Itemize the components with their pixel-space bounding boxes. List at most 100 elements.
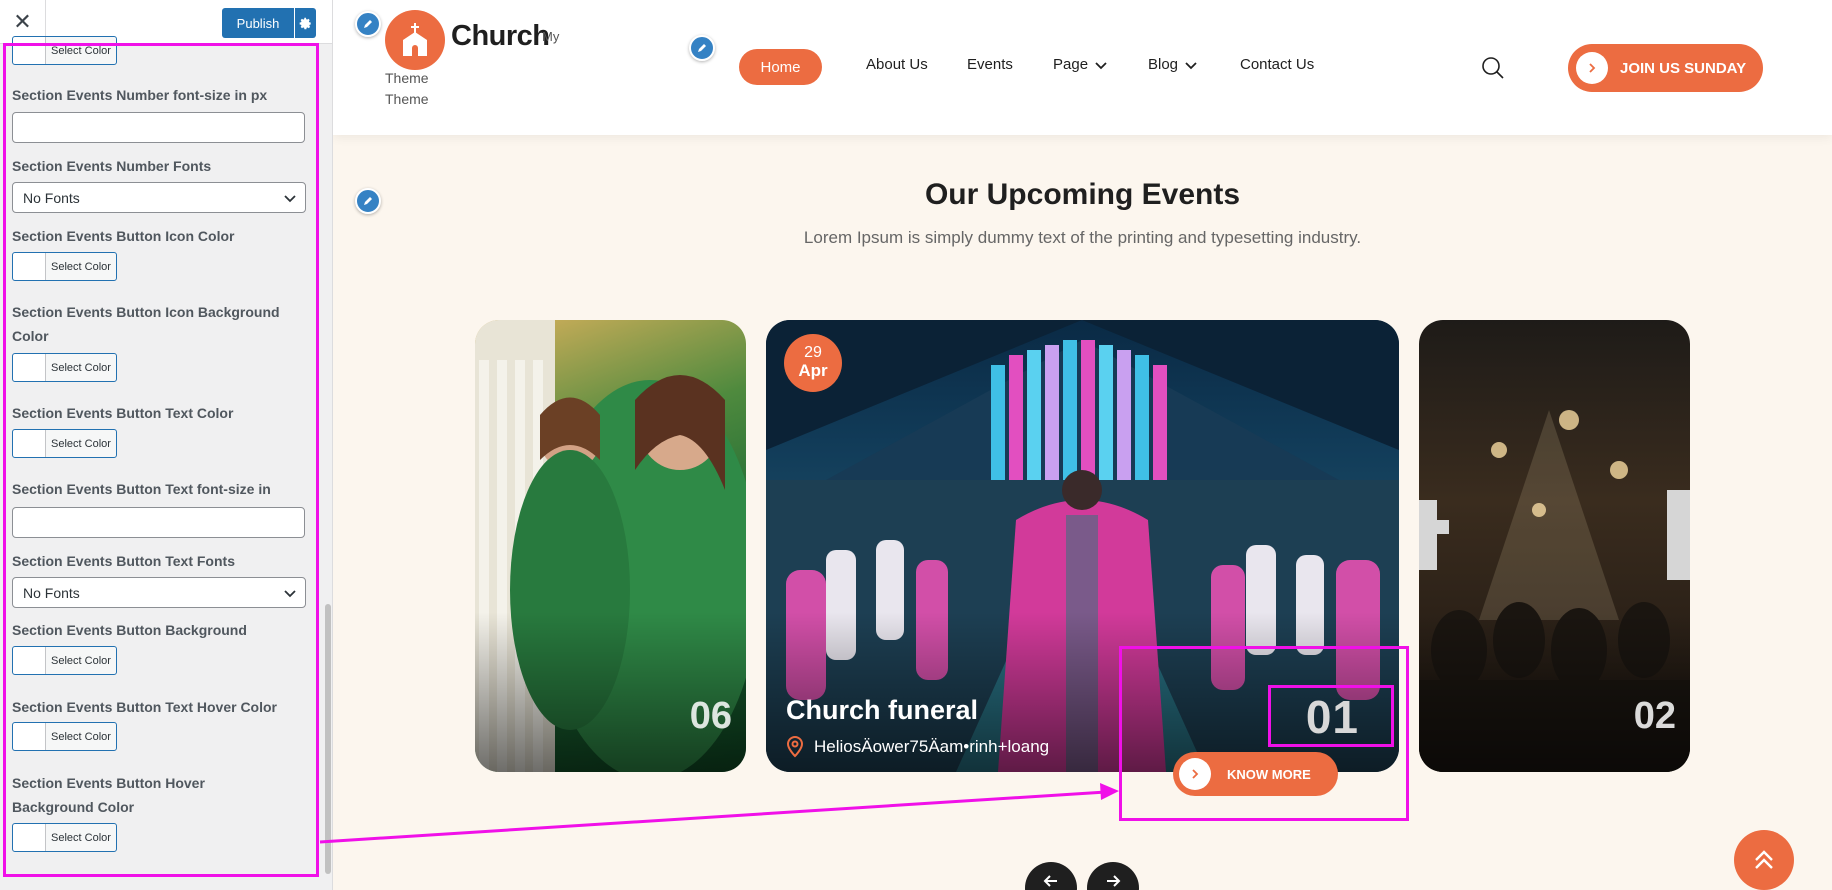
logo-icon[interactable] xyxy=(385,10,445,70)
nav-label: Contact Us xyxy=(1240,56,1315,73)
button-text-hover-color-label: Section Events Button Text Hover Color xyxy=(12,699,277,715)
event-number: 02 xyxy=(1633,695,1676,737)
nav-contact[interactable]: Contact Us xyxy=(1240,56,1314,73)
event-day: 29 xyxy=(804,344,822,361)
publish-button[interactable]: Publish xyxy=(222,8,294,38)
events-number-fonts-select[interactable]: No Fonts xyxy=(12,182,306,213)
color-button-label: Select Color xyxy=(51,654,111,667)
events-number-fontsize-input[interactable] xyxy=(12,112,305,143)
color-button-label: Select Color xyxy=(51,437,111,450)
chevron-down-icon xyxy=(284,590,296,598)
publish-settings-button[interactable] xyxy=(295,8,316,38)
card-gradient xyxy=(1419,612,1690,772)
color-swatch xyxy=(13,253,46,280)
button-icon-color-picker[interactable]: Select Color xyxy=(12,252,117,281)
nav-page[interactable]: Page xyxy=(1053,56,1108,73)
color-button-label: Select Color xyxy=(51,44,111,57)
button-bg-color-picker[interactable]: Select Color xyxy=(12,646,117,675)
event-card[interactable]: 02 xyxy=(1419,320,1690,772)
button-text-fonts-select[interactable]: No Fonts xyxy=(12,577,306,608)
arrow-right-icon xyxy=(1107,875,1121,887)
event-date-badge: 29 Apr xyxy=(784,334,842,392)
sidebar-scrollbar[interactable] xyxy=(323,44,332,890)
event-card[interactable]: 06 xyxy=(475,320,746,772)
select-value: No Fonts xyxy=(23,584,80,601)
event-location-text: HeliosÄower75Äam•rinh+loang xyxy=(814,737,1050,756)
nav-label: Blog xyxy=(1148,56,1179,73)
event-month: Apr xyxy=(798,361,828,380)
chevron-down-icon xyxy=(1185,61,1197,69)
join-us-button[interactable]: JOIN US SUNDAY xyxy=(1568,44,1763,92)
gear-icon xyxy=(299,17,311,29)
church-icon xyxy=(403,23,427,56)
scrollbar-thumb[interactable] xyxy=(325,604,331,874)
close-icon: ✕ xyxy=(13,9,32,35)
customizer-controls: Select Color Section Events Number font-… xyxy=(0,36,323,890)
know-more-label: KNOW MORE xyxy=(1227,766,1311,782)
site-preview: Church My Theme Theme Home About Us Even… xyxy=(333,0,1832,890)
color-button-label: Select Color xyxy=(51,730,111,743)
event-card-active[interactable]: 29 Apr Church funeral HeliosÄower75Äam•r… xyxy=(766,320,1399,772)
select-value: No Fonts xyxy=(23,189,80,206)
know-more-button[interactable]: KNOW MORE xyxy=(1173,752,1338,796)
nav-blog[interactable]: Blog xyxy=(1148,56,1198,73)
arrow-left-icon xyxy=(1043,875,1057,887)
button-icon-bg-color-label: Section Events Button Icon Background Co… xyxy=(12,304,280,344)
button-hover-bg-color-label: Section Events Button Hover Background C… xyxy=(12,775,205,815)
carousel-next-button[interactable] xyxy=(1087,862,1139,890)
site-tagline-line1: Theme xyxy=(385,70,429,86)
color-swatch xyxy=(13,37,46,64)
color-swatch xyxy=(13,824,46,851)
join-us-label: JOIN US SUNDAY xyxy=(1620,59,1747,77)
edit-menu-shortcut[interactable] xyxy=(689,35,715,61)
nav-label: Events xyxy=(967,56,1013,73)
nav-events[interactable]: Events xyxy=(967,56,1013,73)
events-number-fonts-label: Section Events Number Fonts xyxy=(12,158,212,174)
events-number-fontsize-label: Section Events Number font-size in px xyxy=(12,87,268,103)
arrow-right-icon xyxy=(1576,52,1608,84)
pencil-icon xyxy=(698,44,706,52)
map-pin-icon xyxy=(786,736,804,758)
events-subtitle: Lorem Ipsum is simply dummy text of the … xyxy=(803,228,1362,247)
button-hover-bg-color-picker[interactable]: Select Color xyxy=(12,823,117,852)
nav-label: Page xyxy=(1053,56,1089,73)
button-text-fonts-label: Section Events Button Text Fonts xyxy=(12,553,235,569)
button-text-hover-color-picker[interactable]: Select Color xyxy=(12,722,117,751)
button-text-fontsize-input[interactable] xyxy=(12,507,305,538)
customizer-sidebar: ✕ Publish Select Color Section Events Nu… xyxy=(0,0,333,890)
nav-home[interactable]: Home xyxy=(739,49,822,85)
site-title-suffix: My xyxy=(542,29,560,44)
edit-logo-shortcut[interactable] xyxy=(355,11,381,37)
color-button-label: Select Color xyxy=(51,831,111,844)
search-icon[interactable] xyxy=(1481,56,1505,80)
color-swatch xyxy=(13,354,46,381)
button-icon-color-label: Section Events Button Icon Color xyxy=(12,228,235,244)
color-button-label: Select Color xyxy=(51,361,111,374)
card-gradient xyxy=(475,612,746,772)
double-chevron-up-icon xyxy=(1755,850,1773,869)
color-button-label: Select Color xyxy=(51,260,111,273)
arrow-right-icon xyxy=(1179,758,1211,790)
nav-about[interactable]: About Us xyxy=(866,56,928,73)
color-swatch xyxy=(13,647,46,674)
site-tagline-line2: Theme xyxy=(385,91,429,107)
button-text-color-picker[interactable]: Select Color xyxy=(12,429,117,458)
chevron-down-icon xyxy=(284,195,296,203)
site-header: Church My Theme Theme Home About Us Even… xyxy=(333,0,1832,135)
carousel-prev-button[interactable] xyxy=(1025,862,1077,890)
color-swatch xyxy=(13,430,46,457)
color-picker-button[interactable]: Select Color xyxy=(12,36,117,65)
site-title[interactable]: Church xyxy=(451,20,550,53)
events-title: Our Upcoming Events xyxy=(924,178,1241,211)
event-title[interactable]: Church funeral xyxy=(786,695,978,726)
color-swatch xyxy=(13,723,46,750)
button-icon-bg-color-picker[interactable]: Select Color xyxy=(12,353,117,382)
button-text-color-label: Section Events Button Text Color xyxy=(12,405,234,421)
nav-label: About Us xyxy=(866,56,928,73)
event-number: 01 xyxy=(1305,691,1359,743)
pencil-icon xyxy=(364,20,372,28)
scroll-to-top-button[interactable] xyxy=(1734,830,1794,890)
event-location: HeliosÄower75Äam•rinh+loang xyxy=(786,736,1049,758)
event-number: 06 xyxy=(689,695,732,737)
chevron-down-icon xyxy=(1095,61,1107,69)
